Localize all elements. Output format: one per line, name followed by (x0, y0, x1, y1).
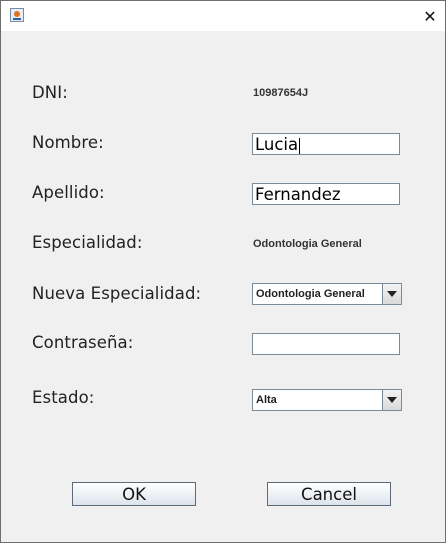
nueva-especialidad-label: Nueva Especialidad: (32, 284, 202, 303)
apellido-field-value: Fernandez (255, 185, 341, 204)
dialog-window: ✕ DNI: 10987654J Nombre: Lucia Apellido:… (0, 0, 446, 543)
apellido-label: Apellido: (32, 183, 105, 202)
text-caret (299, 137, 301, 154)
especialidad-value: Odontologia General (253, 238, 362, 250)
dni-label: DNI: (32, 83, 68, 102)
contrasena-label: Contraseña: (32, 333, 134, 352)
nueva-especialidad-selected: Odontologia General (256, 288, 365, 300)
especialidad-label: Especialidad: (32, 233, 143, 252)
apellido-field[interactable]: Fernandez (252, 183, 400, 205)
estado-label: Estado: (32, 388, 95, 407)
title-bar: ✕ (1, 1, 445, 31)
close-icon[interactable]: ✕ (415, 1, 445, 31)
estado-selected: Alta (256, 394, 277, 406)
estado-select[interactable]: Alta (252, 389, 402, 411)
nombre-field[interactable]: Lucia (252, 133, 400, 155)
java-app-icon (10, 8, 24, 22)
ok-button[interactable]: OK (72, 482, 196, 506)
nombre-label: Nombre: (32, 133, 104, 152)
nombre-field-value: Lucia (255, 135, 299, 154)
chevron-down-icon[interactable] (382, 284, 401, 304)
cancel-button[interactable]: Cancel (267, 482, 391, 506)
dni-value: 10987654J (253, 87, 309, 99)
contrasena-field[interactable] (252, 333, 400, 355)
chevron-down-icon[interactable] (382, 390, 401, 410)
nueva-especialidad-select[interactable]: Odontologia General (252, 283, 402, 305)
